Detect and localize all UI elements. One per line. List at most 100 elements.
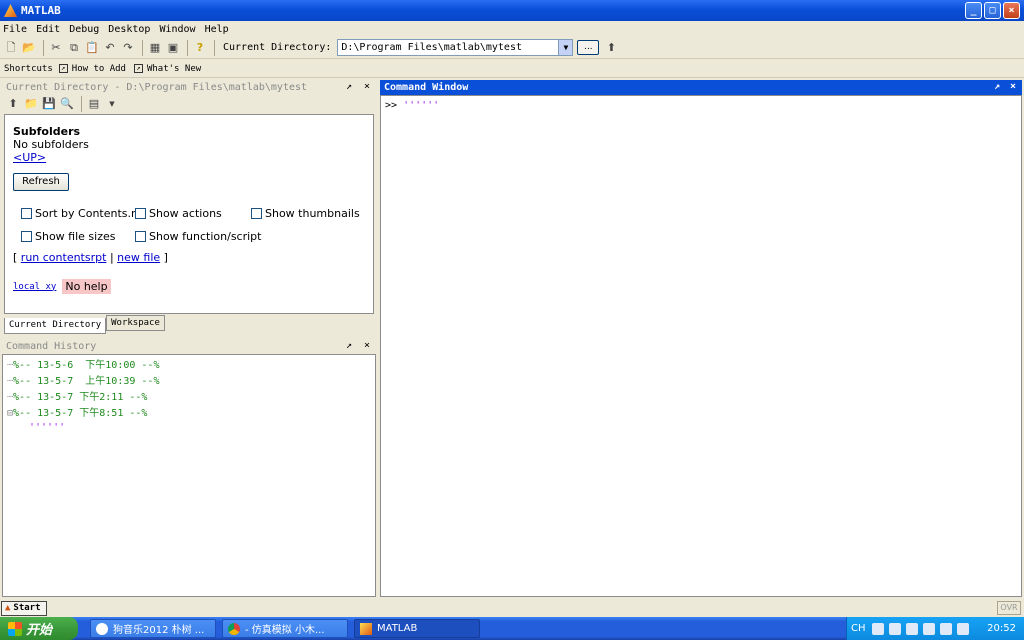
- show-actions-option[interactable]: Show actions: [135, 207, 222, 220]
- bracket-text: ]: [163, 251, 168, 264]
- help-icon[interactable]: [888, 622, 901, 635]
- chevron-down-icon[interactable]: ▼: [104, 96, 120, 112]
- history-session[interactable]: ┈%-- 13-5-7 下午2:11 --%: [7, 390, 375, 406]
- paste-icon[interactable]: 📋: [84, 40, 100, 56]
- menu-desktop[interactable]: Desktop: [108, 24, 150, 35]
- subfolders-heading: Subfolders: [13, 125, 81, 138]
- menu-help[interactable]: Help: [205, 24, 229, 35]
- shortcuts-label[interactable]: Shortcuts: [4, 64, 53, 74]
- history-session-label: %-- 13-5-7 下午8:51 --%: [13, 408, 148, 419]
- app-tray-icon[interactable]: [939, 622, 952, 635]
- redo-icon[interactable]: ↷: [120, 40, 136, 56]
- undock-icon[interactable]: ↗: [346, 81, 352, 92]
- undo-icon[interactable]: ↶: [102, 40, 118, 56]
- current-directory-label: Current Directory:: [223, 42, 332, 53]
- new-file-icon[interactable]: 🗋: [3, 40, 19, 56]
- tab-current-directory[interactable]: Current Directory: [4, 318, 107, 334]
- clock[interactable]: 20:52: [987, 623, 1016, 634]
- toolbar-separator: [142, 39, 143, 56]
- find-files-icon[interactable]: 🔍: [59, 96, 75, 112]
- maximize-button[interactable]: □: [984, 2, 1001, 19]
- network-icon[interactable]: [905, 622, 918, 635]
- show-file-sizes-option[interactable]: Show file sizes: [21, 230, 116, 243]
- keyboard-icon[interactable]: [871, 622, 884, 635]
- close-icon[interactable]: ×: [1010, 81, 1016, 92]
- menu-debug[interactable]: Debug: [69, 24, 99, 35]
- title-bar: MATLAB _ □ ×: [0, 0, 1024, 21]
- guide-icon[interactable]: ▣: [165, 40, 181, 56]
- shortcuts-bar: Shortcuts ↗ How to Add ↗ What's New: [0, 60, 1024, 78]
- undock-icon[interactable]: ↗: [346, 340, 352, 351]
- shortcut-how-to-add[interactable]: ↗ How to Add: [58, 63, 126, 74]
- security-shield-icon[interactable]: [956, 622, 969, 635]
- browse-button[interactable]: ...: [577, 40, 600, 55]
- show-actions-checkbox[interactable]: [135, 208, 146, 219]
- command-window-panel: Command Window ↗ × >> '''''': [380, 80, 1022, 597]
- reports-icon[interactable]: ▤: [86, 96, 102, 112]
- taskbar-item-matlab[interactable]: MATLAB: [354, 619, 480, 638]
- shortcut-icon: ↗: [58, 64, 68, 73]
- bracket-text: [: [13, 251, 18, 264]
- undock-icon[interactable]: ↗: [994, 81, 1000, 92]
- show-function-script-checkbox[interactable]: [135, 231, 146, 242]
- parent-folder-icon[interactable]: ⬆: [603, 40, 619, 56]
- shortcut-label: How to Add: [71, 63, 126, 74]
- command-window-content[interactable]: >> '''''': [380, 95, 1022, 597]
- open-file-icon[interactable]: 📂: [21, 40, 37, 56]
- show-thumbnails-option[interactable]: Show thumbnails: [251, 207, 360, 220]
- sort-by-contents-option[interactable]: Sort by Contents.m: [21, 207, 142, 220]
- history-session-label: %-- 13-5-6 下午10:00 --%: [13, 360, 160, 371]
- ovr-indicator: OVR: [997, 601, 1021, 615]
- command-history-content: ┈%-- 13-5-6 下午10:00 --% ┈%-- 13-5-7 上午10…: [2, 354, 376, 597]
- menu-file[interactable]: File: [3, 24, 27, 35]
- shortcut-whats-new[interactable]: ↗ What's New: [133, 64, 201, 74]
- menu-edit[interactable]: Edit: [36, 24, 60, 35]
- option-label: Show file sizes: [35, 230, 116, 243]
- minimize-button[interactable]: _: [965, 2, 982, 19]
- no-help-badge: No help: [62, 279, 111, 294]
- report-links: [ run contentsrpt | new file ]: [13, 251, 168, 264]
- close-icon[interactable]: ×: [364, 81, 370, 92]
- close-icon[interactable]: ×: [364, 340, 370, 351]
- simulink-icon[interactable]: ▦: [147, 40, 163, 56]
- history-session-label: %-- 13-5-7 上午10:39 --%: [13, 376, 160, 387]
- cut-icon[interactable]: ✂: [48, 40, 64, 56]
- current-directory-combo[interactable]: D:\Program Files\matlab\mytest ▼: [337, 39, 574, 56]
- refresh-button[interactable]: Refresh: [13, 173, 69, 191]
- menu-window[interactable]: Window: [159, 24, 195, 35]
- command-input[interactable]: '''''': [403, 100, 439, 111]
- chevron-down-icon[interactable]: ▼: [558, 40, 573, 55]
- windows-start-button[interactable]: 开始: [0, 617, 78, 640]
- panel-tabs: Current Directory Workspace: [4, 315, 165, 334]
- save-icon[interactable]: 💾: [41, 96, 57, 112]
- help-icon[interactable]: ?: [192, 40, 208, 56]
- show-file-sizes-checkbox[interactable]: [21, 231, 32, 242]
- file-name-link[interactable]: local_xy: [13, 282, 56, 292]
- new-file-link[interactable]: new file: [117, 251, 160, 264]
- matlab-start-button[interactable]: ▲ Start: [1, 600, 47, 616]
- file-row[interactable]: local_xy No help: [13, 279, 111, 294]
- close-button[interactable]: ×: [1003, 2, 1020, 19]
- history-session[interactable]: ⊟%-- 13-5-7 下午8:51 --%: [7, 406, 375, 422]
- show-thumbnails-checkbox[interactable]: [251, 208, 262, 219]
- window-title: MATLAB: [21, 4, 61, 17]
- matlab-logo-icon: [4, 4, 17, 17]
- copy-icon[interactable]: ⧉: [66, 40, 82, 56]
- history-session[interactable]: ┈%-- 13-5-6 下午10:00 --%: [7, 358, 375, 374]
- run-contentsrpt-link[interactable]: run contentsrpt: [21, 251, 107, 264]
- up-folder-icon[interactable]: ⬆: [5, 96, 21, 112]
- show-function-script-option[interactable]: Show function/script: [135, 230, 261, 243]
- history-command[interactable]: '''''': [7, 422, 375, 436]
- up-link[interactable]: <UP>: [13, 151, 46, 164]
- taskbar-item-label: MATLAB: [377, 623, 418, 634]
- taskbar-item-browser[interactable]: - 仿真模拟 小木...: [222, 619, 348, 638]
- panel-header: Command Window ↗ ×: [380, 80, 1022, 95]
- sort-by-contents-checkbox[interactable]: [21, 208, 32, 219]
- tab-workspace[interactable]: Workspace: [106, 315, 165, 331]
- new-folder-icon[interactable]: 📁: [23, 96, 39, 112]
- sync-icon[interactable]: [922, 622, 935, 635]
- history-session[interactable]: ┈%-- 13-5-7 上午10:39 --%: [7, 374, 375, 390]
- start-label: Start: [13, 603, 41, 613]
- language-indicator[interactable]: CH: [851, 623, 866, 634]
- taskbar-item-music[interactable]: 狗音乐2012 朴树 ...: [90, 619, 216, 638]
